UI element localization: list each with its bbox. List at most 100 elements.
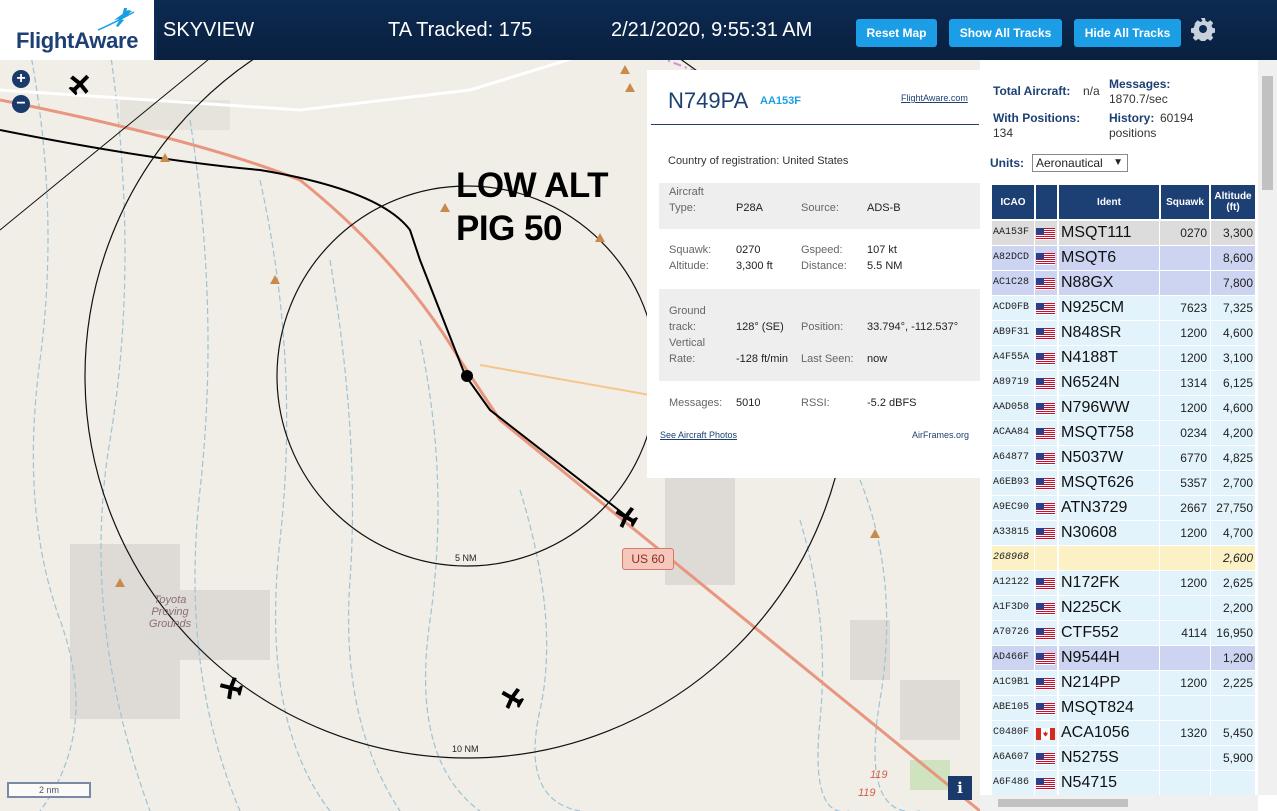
us-flag-icon [1036, 227, 1055, 240]
icao-cell: A6EB93 [992, 471, 1034, 495]
position-label: Position: [801, 321, 844, 333]
col-squawk[interactable]: Squawk [1161, 185, 1209, 219]
annotation-line-2: PIG 50 [456, 209, 562, 248]
squawk-cell [1160, 546, 1210, 570]
squawk-cell [1160, 596, 1210, 620]
map-road [0, 60, 573, 112]
table-row[interactable]: A1C9B1 N214PP 1200 2,225 [992, 671, 1255, 695]
table-row[interactable]: ACAA84 MSQT758 0234 4,200 [992, 421, 1255, 445]
airframes-link[interactable]: AirFrames.org [912, 430, 969, 440]
icao-cell: A70726 [992, 621, 1034, 645]
table-row[interactable]: AA153F MSQT111 0270 3,300 [992, 221, 1255, 245]
table-row[interactable]: A1F3D0 N225CK 2,200 [992, 596, 1255, 620]
table-row[interactable]: A89719 N6524N 1314 6,125 [992, 371, 1255, 395]
squawk-cell: 0270 [1160, 221, 1210, 245]
altitude-label: Altitude: [669, 260, 709, 272]
col-icao[interactable]: ICAO [992, 185, 1034, 219]
flag-cell [1035, 271, 1057, 295]
us-flag-icon [1036, 277, 1055, 290]
altitude-cell: 4,700 [1211, 521, 1255, 545]
icao-cell: AB9F31 [992, 321, 1034, 345]
ident-cell: N796WW [1059, 396, 1159, 420]
icao-cell: ABE105 [992, 696, 1034, 720]
icao-cell: A6A607 [992, 746, 1034, 770]
gear-icon[interactable] [1191, 17, 1215, 41]
col-altitude[interactable]: Altitude (ft) [1211, 185, 1255, 219]
track-label: track: [669, 321, 696, 333]
flag-cell [1035, 596, 1057, 620]
squawk-cell: 1320 [1160, 721, 1210, 745]
flag-cell [1035, 696, 1057, 720]
table-row[interactable]: A4F55A N4188T 1200 3,100 [992, 346, 1255, 370]
zoom-in-button[interactable]: + [12, 70, 30, 88]
scale-bar: 2 nm [7, 782, 91, 798]
aircraft-label: Aircraft [669, 186, 704, 198]
flag-cell [1035, 421, 1057, 445]
map-area [900, 680, 960, 740]
ident-cell: N5037W [1059, 446, 1159, 470]
table-row[interactable]: A64877 N5037W 6770 4,825 [992, 446, 1255, 470]
squawk-cell: 4114 [1160, 621, 1210, 645]
table-row[interactable]: AD466F N9544H 1,200 [992, 646, 1255, 670]
table-row[interactable]: AAD058 N796WW 1200 4,600 [992, 396, 1255, 420]
table-row[interactable]: A6EB93 MSQT626 5357 2,700 [992, 471, 1255, 495]
table-row[interactable]: ACD0FB N925CM 7623 7,325 [992, 296, 1255, 320]
route-marker: 119 [858, 787, 876, 799]
zoom-out-button[interactable]: − [12, 95, 30, 113]
icao-cell: 268968 [992, 546, 1034, 570]
icao-cell: A6F486 [992, 771, 1034, 795]
table-row[interactable]: C0480F ACA1056 1320 5,450 [992, 721, 1255, 745]
table-row[interactable]: AC1C28 N88GX 7,800 [992, 271, 1255, 295]
table-row[interactable]: A82DCD MSQT6 8,600 [992, 246, 1255, 270]
table-row[interactable]: A12122 N172FK 1200 2,625 [992, 571, 1255, 595]
with-positions-value: 134 [993, 126, 1014, 140]
ident-cell: N214PP [1059, 671, 1159, 695]
flag-cell [1035, 746, 1057, 770]
col-ident[interactable]: Ident [1059, 185, 1159, 219]
reset-map-button[interactable]: Reset Map [856, 19, 937, 47]
detail-block-track: Ground track: 128° (SE) Position: 33.794… [659, 289, 980, 381]
icao-cell: A82DCD [992, 246, 1034, 270]
altitude-cell: 2,625 [1211, 571, 1255, 595]
col-flag[interactable] [1036, 185, 1057, 219]
flag-cell [1035, 496, 1057, 520]
altitude-cell: 16,950 [1211, 621, 1255, 645]
table-row[interactable]: ABE105 MSQT824 [992, 696, 1255, 720]
scroll-thumb[interactable] [1262, 76, 1273, 190]
logo-wordmark: FlightAware [16, 28, 139, 53]
show-all-tracks-button[interactable]: Show All Tracks [949, 19, 1062, 47]
scroll-thumb[interactable] [998, 799, 1128, 807]
table-row[interactable]: A9EC90 ATN3729 2667 27,750 [992, 496, 1255, 520]
altitude-cell: 3,300 [1211, 221, 1255, 245]
vertical-scrollbar[interactable] [1258, 60, 1277, 795]
squawk-cell: 1314 [1160, 371, 1210, 395]
us-flag-icon [1036, 427, 1055, 440]
info-button[interactable]: i [948, 776, 972, 800]
altitude-cell: 7,325 [1211, 296, 1255, 320]
datetime: 2/21/2020, 9:55:31 AM [611, 19, 813, 41]
table-row[interactable]: A6A607 N5275S 5,900 [992, 746, 1255, 770]
table-row[interactable]: 268968 2,600 [992, 546, 1255, 570]
ident-cell: MSQT111 [1059, 221, 1159, 245]
detail-hex[interactable]: AA153F [760, 95, 801, 107]
altitude-cell: 5,450 [1211, 721, 1255, 745]
country-label: Country of registration: [668, 155, 780, 167]
canada-flag-icon [1036, 727, 1055, 740]
vertical-label: Vertical [669, 337, 706, 349]
flightaware-logo[interactable]: FlightAware [0, 0, 157, 60]
flightaware-link[interactable]: FlightAware.com [901, 93, 968, 103]
ident-cell: N848SR [1059, 321, 1159, 345]
table-row[interactable]: A33815 N30608 1200 4,700 [992, 521, 1255, 545]
table-row[interactable]: A6F486 N54715 [992, 771, 1255, 795]
squawk-cell: 1200 [1160, 396, 1210, 420]
table-row[interactable]: A70726 CTF552 4114 16,950 [992, 621, 1255, 645]
aircraft-photos-link[interactable]: See Aircraft Photos [660, 430, 737, 440]
units-select[interactable]: Aeronautical ▼ [1032, 154, 1128, 172]
table-row[interactable]: AB9F31 N848SR 1200 4,600 [992, 321, 1255, 345]
flag-cell [1035, 521, 1057, 545]
divider [651, 124, 979, 125]
icao-cell: AD466F [992, 646, 1034, 670]
ident-cell: N925CM [1059, 296, 1159, 320]
horizontal-scrollbar[interactable] [980, 795, 1258, 811]
hide-all-tracks-button[interactable]: Hide All Tracks [1074, 19, 1181, 47]
